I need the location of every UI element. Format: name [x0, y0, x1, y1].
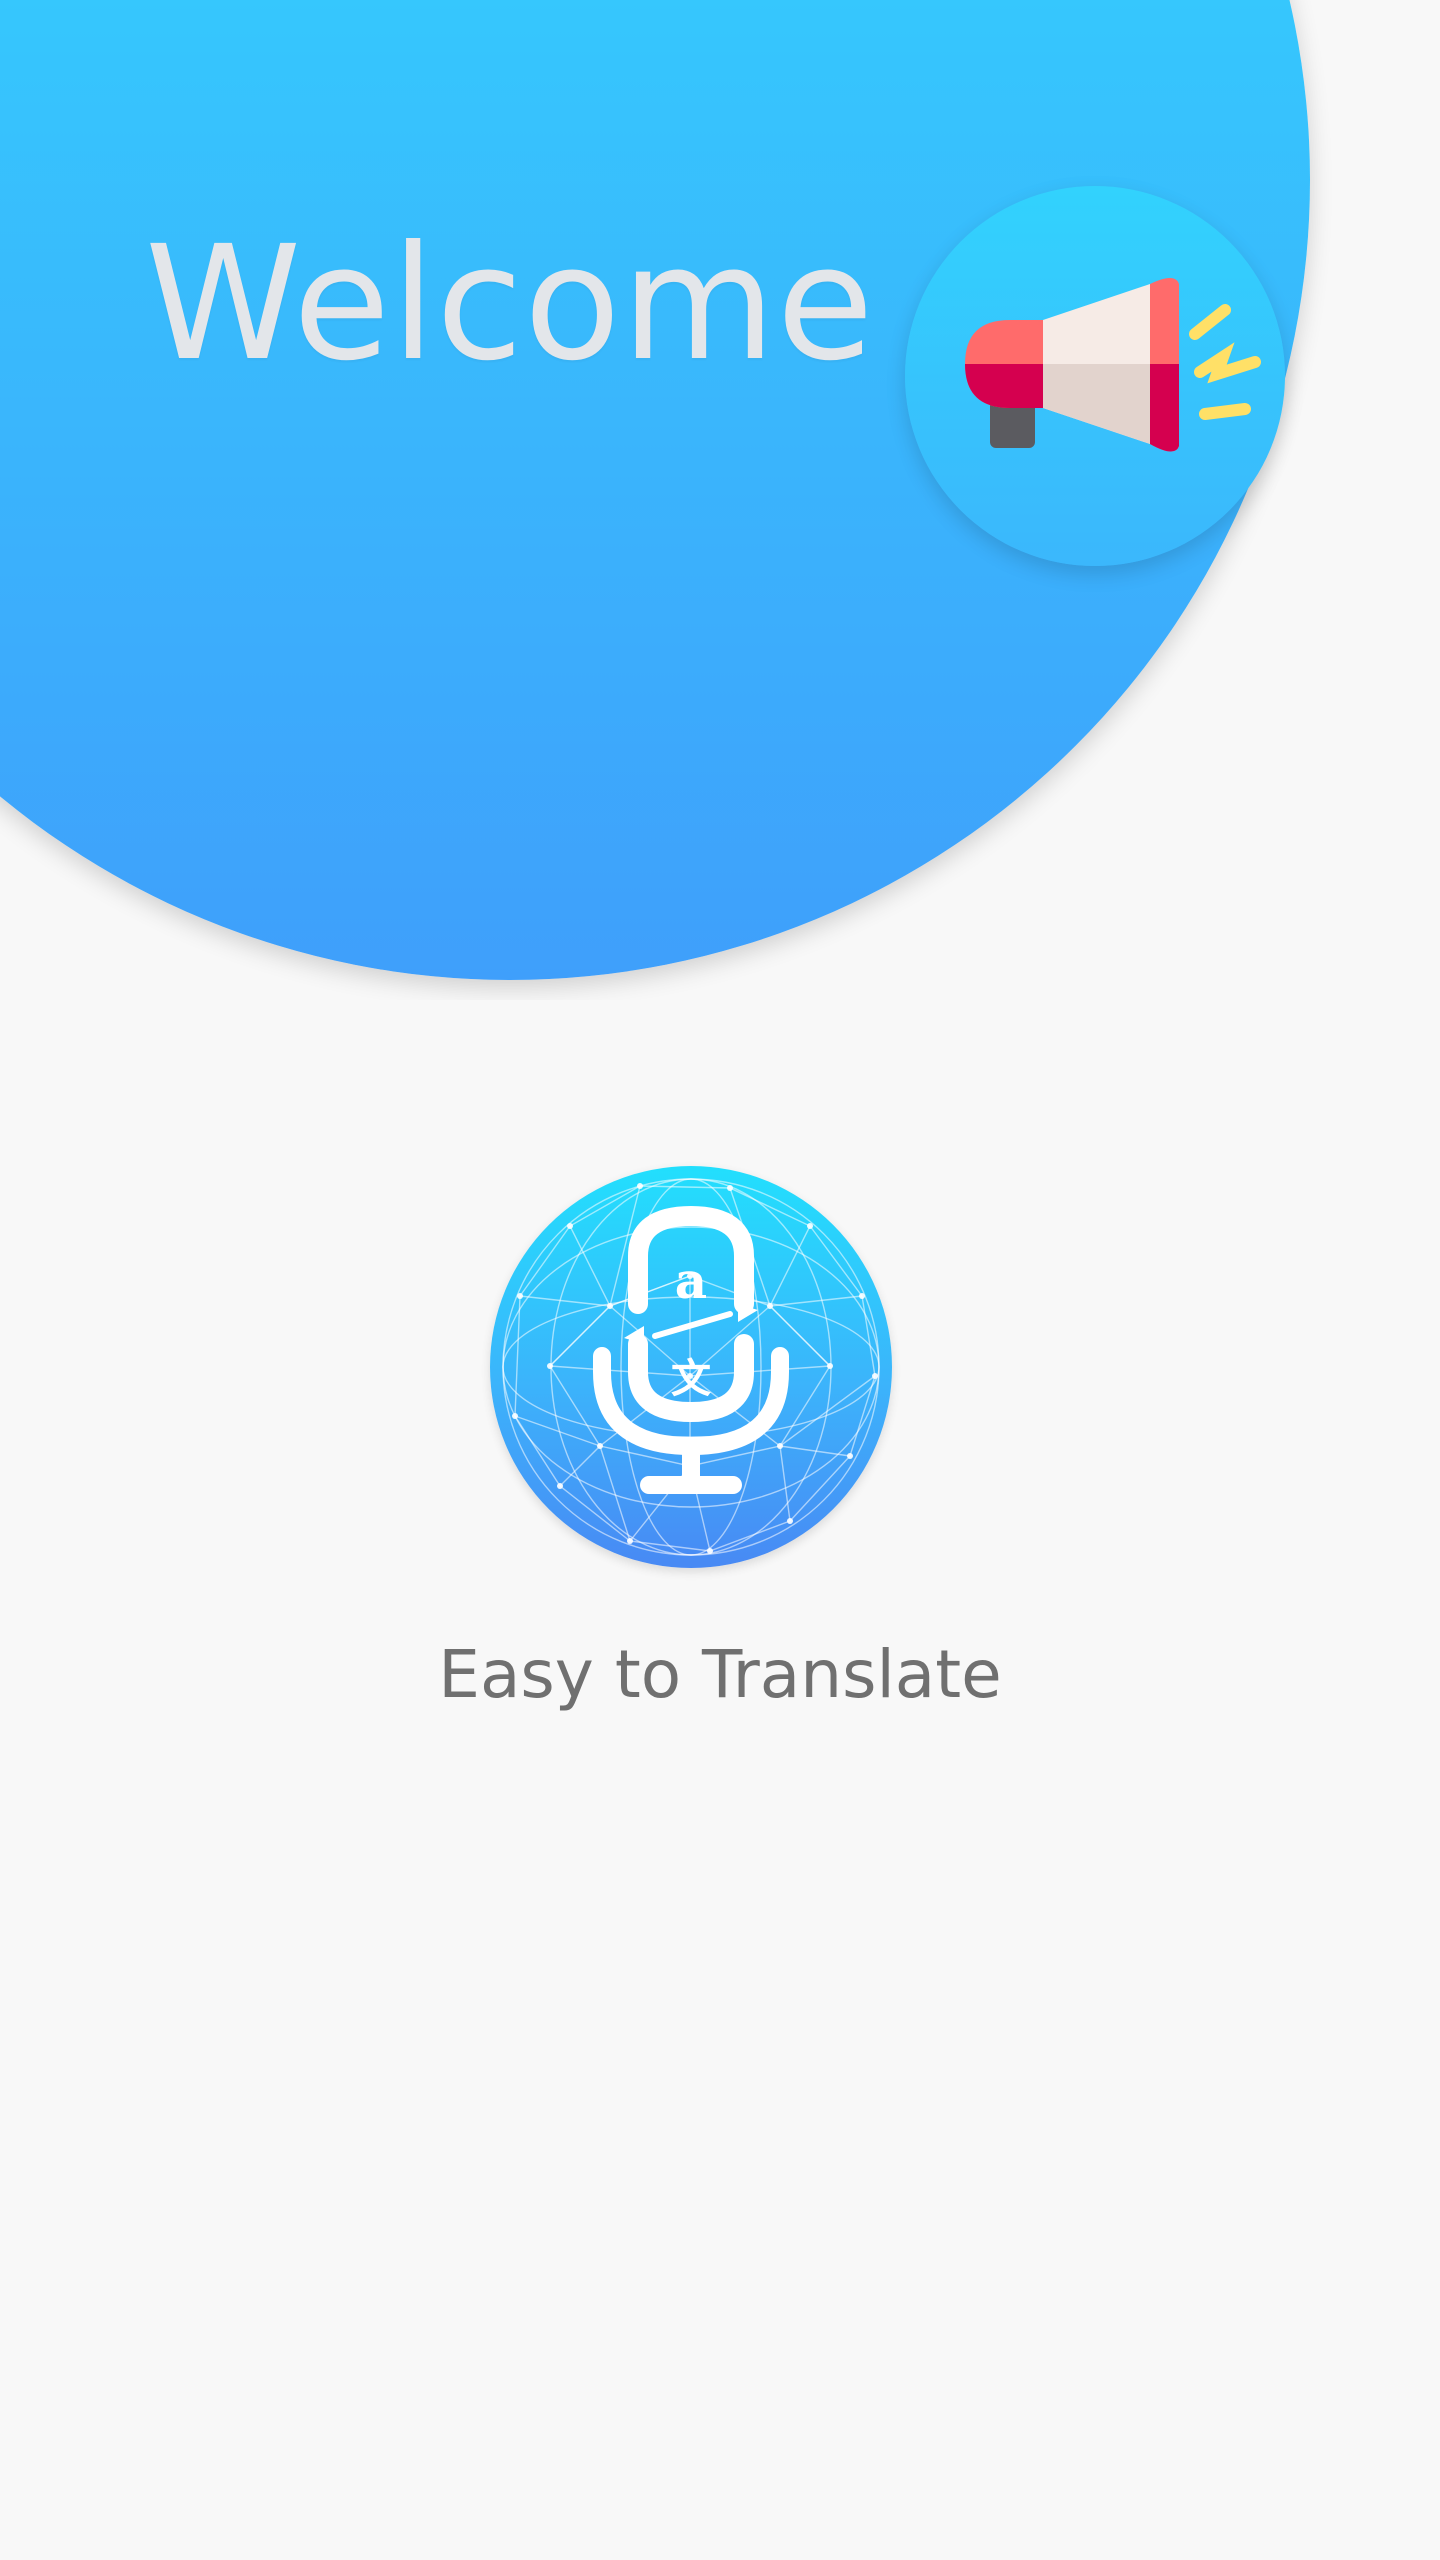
tagline: Easy to Translate: [438, 1636, 1002, 1713]
app-logo: a 文: [490, 1166, 892, 1568]
cjk-glyph: 文: [671, 1356, 711, 1402]
globe-network-icon: a 文: [502, 1178, 880, 1556]
megaphone-icon: [965, 278, 1261, 452]
welcome-title: Welcome: [145, 212, 875, 396]
welcome-screen: Welcome a 文 Easy to Translate: [0, 0, 1440, 2560]
latin-glyph: a: [675, 1251, 707, 1310]
